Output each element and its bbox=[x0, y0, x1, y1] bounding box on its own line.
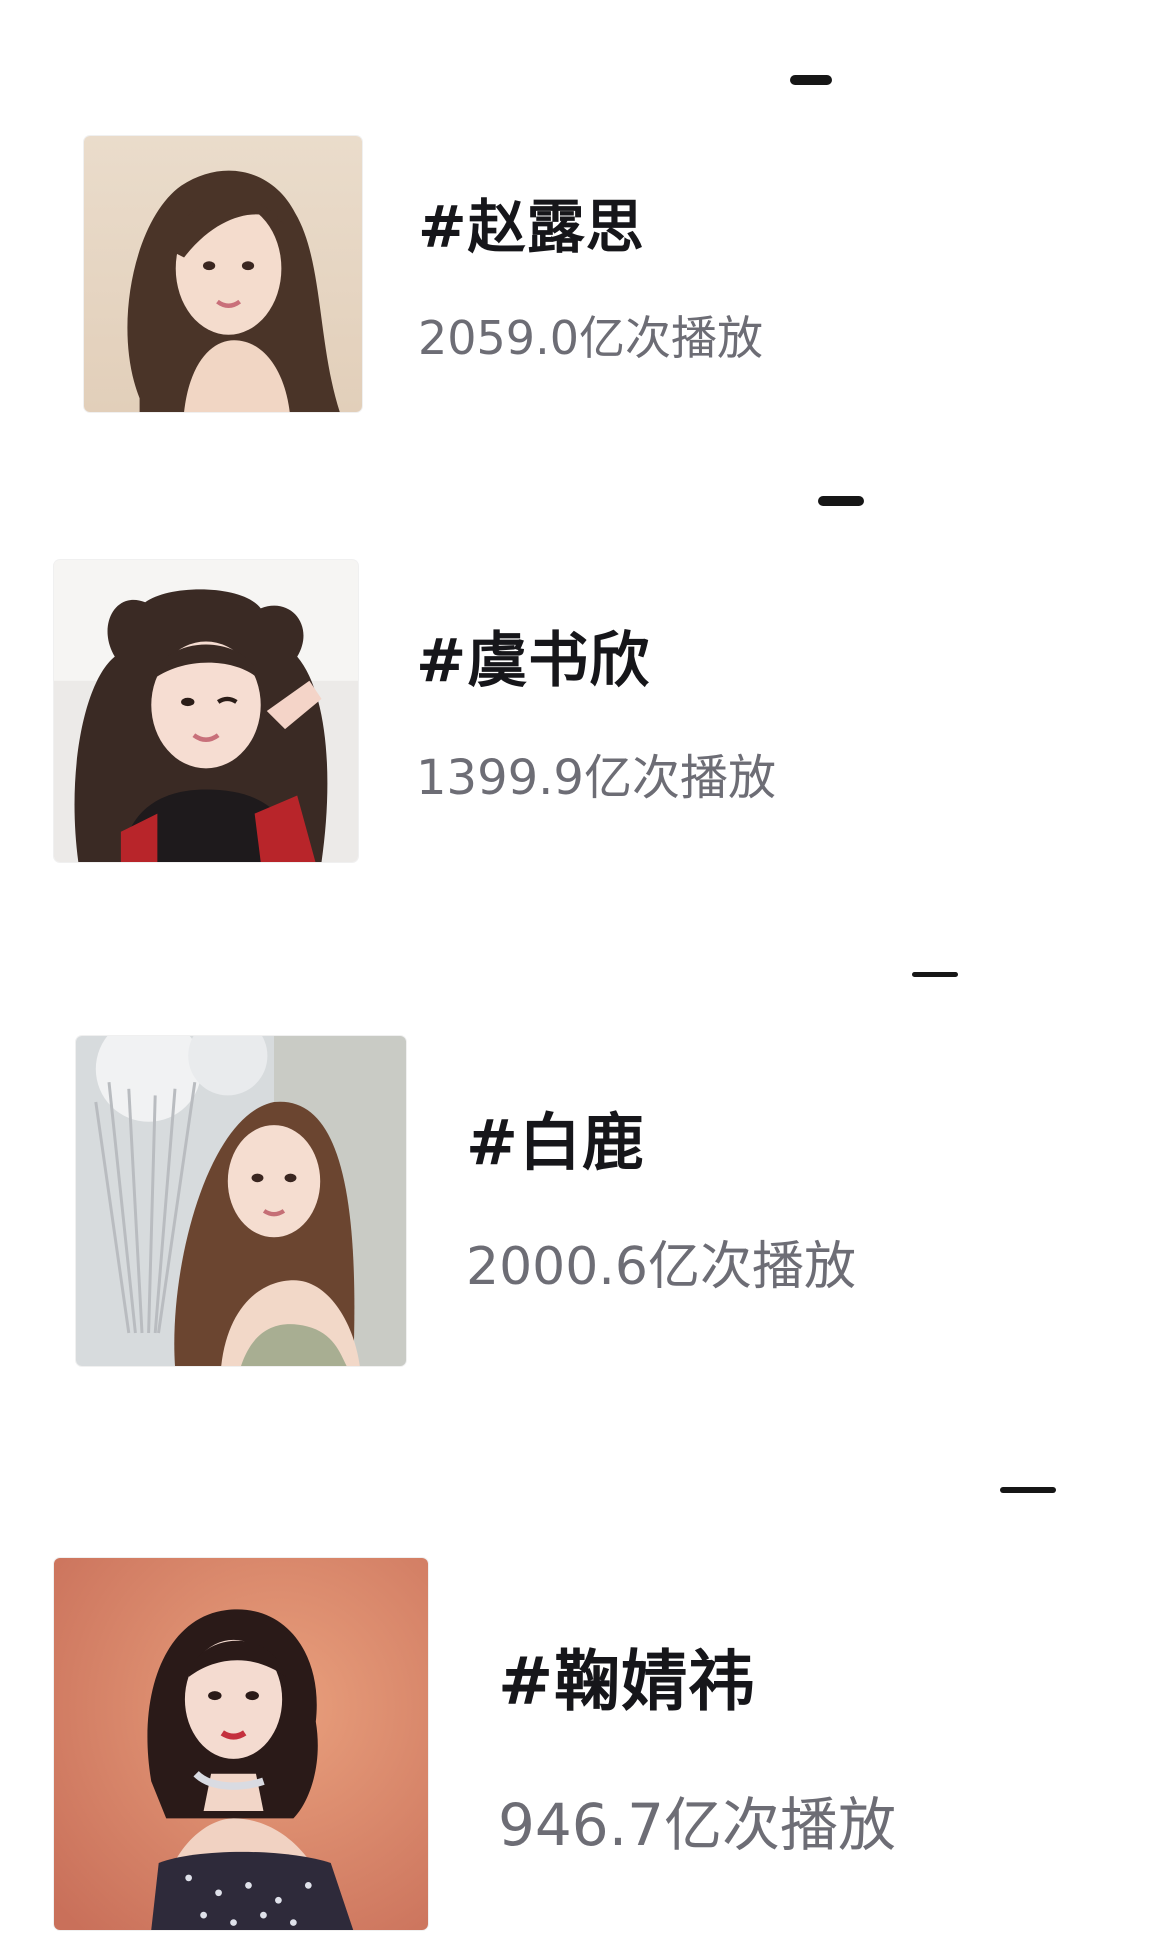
ranking-list-item[interactable]: #虞书欣 1399.9亿次播放 bbox=[0, 420, 1170, 880]
portrait-icon bbox=[76, 1036, 406, 1366]
play-count: 2000.6亿次播放 bbox=[466, 1237, 856, 1297]
hashtag-title[interactable]: #白鹿 bbox=[466, 1092, 645, 1182]
play-count: 1399.9亿次播放 bbox=[416, 750, 776, 806]
ranking-list-item[interactable]: #白鹿 2000.6亿次播放 bbox=[0, 880, 1170, 1366]
rank-change-indicator bbox=[912, 972, 958, 977]
ranking-list-item[interactable]: #赵露思 2059.0亿次播放 bbox=[0, 0, 1170, 420]
portrait-icon bbox=[54, 560, 358, 862]
avatar-image[interactable] bbox=[84, 136, 362, 412]
avatar-image[interactable] bbox=[76, 1036, 406, 1366]
avatar-image[interactable] bbox=[54, 1558, 428, 1930]
hashtag-title[interactable]: #虞书欣 bbox=[416, 612, 650, 699]
rank-change-indicator bbox=[1000, 1487, 1056, 1493]
ranking-list-item[interactable]: #鞠婧祎 946.7亿次播放 bbox=[0, 1360, 1170, 1939]
play-count: 2059.0亿次播放 bbox=[418, 311, 763, 365]
portrait-icon bbox=[54, 1558, 428, 1930]
play-count: 946.7亿次播放 bbox=[498, 1791, 897, 1859]
rank-change-indicator bbox=[818, 496, 864, 506]
hashtag-title[interactable]: #鞠婧祎 bbox=[498, 1628, 755, 1724]
rank-change-indicator bbox=[790, 75, 832, 85]
hashtag-title[interactable]: #赵露思 bbox=[418, 180, 645, 264]
portrait-icon bbox=[84, 136, 362, 412]
avatar-image[interactable] bbox=[54, 560, 358, 862]
